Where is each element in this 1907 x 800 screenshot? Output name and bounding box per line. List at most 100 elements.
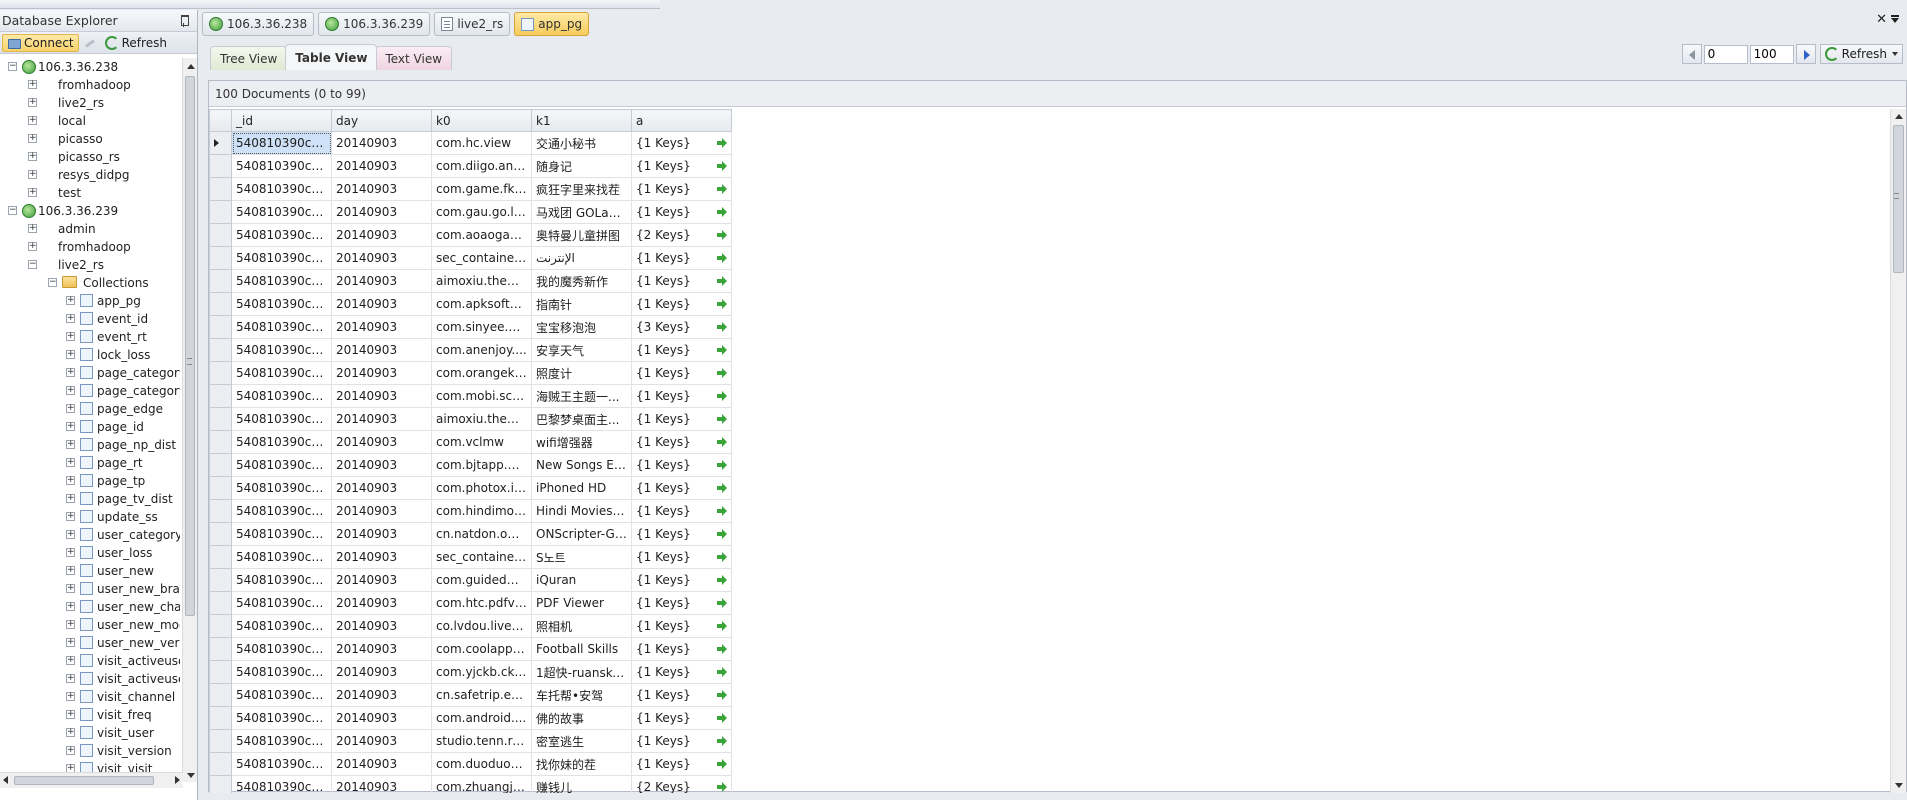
table-cell[interactable]: com.gau.go.la...	[431, 200, 532, 224]
connect-button[interactable]: Connect	[2, 33, 79, 52]
table-row[interactable]: 540810390cf2e... 20140903 sec_container_..…	[209, 545, 732, 569]
table-cell[interactable]: 540810390cf2e...	[231, 338, 332, 362]
document-tab[interactable]: 106.3.36.239	[318, 12, 431, 36]
tree-node-collection[interactable]: + app_pg	[0, 292, 180, 310]
table-cell[interactable]: 车托帮•安驾	[531, 683, 632, 707]
expand-icon[interactable]: +	[28, 80, 37, 89]
drill-down-arrow-icon[interactable]	[717, 506, 727, 516]
table-cell[interactable]: Football Skills	[531, 637, 632, 661]
table-cell[interactable]: 20140903	[331, 637, 432, 661]
table-row[interactable]: 540810390cf2e... 20140903 com.aoaogam... 奥特…	[209, 223, 732, 247]
expand-icon[interactable]: +	[66, 368, 75, 377]
table-row[interactable]: 540810390cf2e... 20140903 sec_container_..…	[209, 246, 732, 270]
table-cell[interactable]: com.zhuangjia...	[431, 775, 532, 793]
table-cell[interactable]: com.mobi.scre...	[431, 384, 532, 408]
scroll-up-icon[interactable]	[187, 64, 195, 69]
expand-icon[interactable]: +	[28, 242, 37, 251]
table-cell[interactable]: New Songs En...	[531, 453, 632, 477]
row-selector[interactable]	[209, 545, 232, 569]
table-cell[interactable]: ONScripter-GBK	[531, 522, 632, 546]
explorer-horizontal-scrollbar[interactable]	[0, 772, 183, 788]
row-selector[interactable]	[209, 200, 232, 224]
expand-icon[interactable]: +	[28, 116, 37, 125]
expand-icon[interactable]: +	[28, 152, 37, 161]
table-row[interactable]: 540810390cf2e... 20140903 com.sinyee.ba...…	[209, 315, 732, 339]
expand-icon[interactable]: +	[66, 548, 75, 557]
row-selector[interactable]	[209, 752, 232, 776]
row-selector[interactable]	[209, 683, 232, 707]
tree-node-collection[interactable]: + user_category	[0, 526, 180, 544]
drill-down-arrow-icon[interactable]	[717, 345, 727, 355]
table-cell[interactable]: {1 Keys}	[631, 660, 732, 684]
column-header[interactable]: _id	[231, 109, 332, 132]
table-cell[interactable]: wifi增强器	[531, 430, 632, 454]
scroll-left-icon[interactable]	[3, 776, 8, 784]
tree-node-collection[interactable]: + page_id	[0, 418, 180, 436]
collapse-icon[interactable]: −	[8, 62, 17, 71]
row-selector[interactable]	[209, 476, 232, 500]
table-cell[interactable]: iPhoned HD	[531, 476, 632, 500]
table-row[interactable]: 540810390cf2e... 20140903 com.vclmw wifi增强器…	[209, 430, 732, 454]
expand-icon[interactable]: +	[66, 296, 75, 305]
scroll-down-icon[interactable]	[1895, 783, 1903, 788]
table-cell[interactable]: sec_container_...	[431, 246, 532, 270]
tree-node-collection[interactable]: + page_category_	[0, 382, 180, 400]
tree-node-collection[interactable]: + page_rt	[0, 454, 180, 472]
drill-down-arrow-icon[interactable]	[717, 782, 727, 792]
tree-node-database[interactable]: − live2_rs	[0, 256, 180, 274]
table-cell[interactable]: {1 Keys}	[631, 246, 732, 270]
table-cell[interactable]: PDF Viewer	[531, 591, 632, 615]
row-selector[interactable]	[209, 407, 232, 431]
table-cell[interactable]: 540810390cf2e...	[231, 545, 332, 569]
table-cell[interactable]: {1 Keys}	[631, 591, 732, 615]
table-row[interactable]: 540810390cf2e... 20140903 com.anenjoy.... 安…	[209, 338, 732, 362]
table-cell[interactable]: 540810390cf2e...	[231, 384, 332, 408]
table-row[interactable]: 540810390cf2e... 20140903 cn.safetrip.edog…	[209, 683, 732, 707]
table-cell[interactable]: com.orangekit...	[431, 361, 532, 385]
table-cell[interactable]: aimoxiu.theme...	[431, 269, 532, 293]
expand-icon[interactable]: +	[28, 170, 37, 179]
table-row[interactable]: 540810390cf2e... 20140903 com.android.... 佛…	[209, 706, 732, 730]
table-cell[interactable]: 1超快-ruansky....	[531, 660, 632, 684]
table-cell[interactable]: 20140903	[331, 591, 432, 615]
table-cell[interactable]: 找你妹的茬	[531, 752, 632, 776]
drill-down-arrow-icon[interactable]	[717, 644, 727, 654]
expand-icon[interactable]: +	[66, 620, 75, 629]
drill-down-arrow-icon[interactable]	[717, 414, 727, 424]
table-cell[interactable]: com.aoaogam...	[431, 223, 532, 247]
table-cell[interactable]: 20140903	[331, 499, 432, 523]
table-cell[interactable]: {1 Keys}	[631, 568, 732, 592]
table-cell[interactable]: {1 Keys}	[631, 154, 732, 178]
expand-icon[interactable]: +	[66, 440, 75, 449]
column-header[interactable]: k0	[431, 109, 532, 132]
limit-input[interactable]	[1749, 44, 1794, 64]
grid-refresh-button[interactable]: Refresh	[1819, 44, 1903, 64]
table-cell[interactable]: {1 Keys}	[631, 522, 732, 546]
row-selector[interactable]	[209, 154, 232, 178]
table-cell[interactable]: {1 Keys}	[631, 499, 732, 523]
tab-text-view[interactable]: Text View	[375, 46, 453, 70]
table-cell[interactable]: 海贼王主题一...	[531, 384, 632, 408]
expand-icon[interactable]: +	[66, 710, 75, 719]
expand-icon[interactable]: +	[66, 638, 75, 647]
table-cell[interactable]: 疯狂字里来找茬	[531, 177, 632, 201]
disconnect-icon[interactable]	[83, 37, 97, 49]
table-cell[interactable]: {1 Keys}	[631, 200, 732, 224]
table-cell[interactable]: 20140903	[331, 660, 432, 684]
column-header[interactable]: a	[631, 109, 732, 132]
table-cell[interactable]: {1 Keys}	[631, 614, 732, 638]
table-cell[interactable]: 宝宝移泡泡	[531, 315, 632, 339]
row-selector[interactable]	[209, 499, 232, 523]
tree-node-collection[interactable]: + event_id	[0, 310, 180, 328]
table-cell[interactable]: 540810390cf2e...	[231, 407, 332, 431]
table-cell[interactable]: 奥特曼儿童拼图	[531, 223, 632, 247]
tree-node-collection[interactable]: + visit_version	[0, 742, 180, 760]
table-cell[interactable]: 540810390cf2e...	[231, 522, 332, 546]
document-tab[interactable]: 106.3.36.238	[202, 12, 315, 36]
table-cell[interactable]: com.sinyee.ba...	[431, 315, 532, 339]
table-row[interactable]: 540810390cf2e... 20140903 com.coolappst...…	[209, 637, 732, 661]
tree-node-database[interactable]: + resys_didpg	[0, 166, 180, 184]
tree-node-collection[interactable]: + update_ss	[0, 508, 180, 526]
tree-node-collection[interactable]: + user_new_versi	[0, 634, 180, 652]
tree-node-collection[interactable]: + lock_loss	[0, 346, 180, 364]
